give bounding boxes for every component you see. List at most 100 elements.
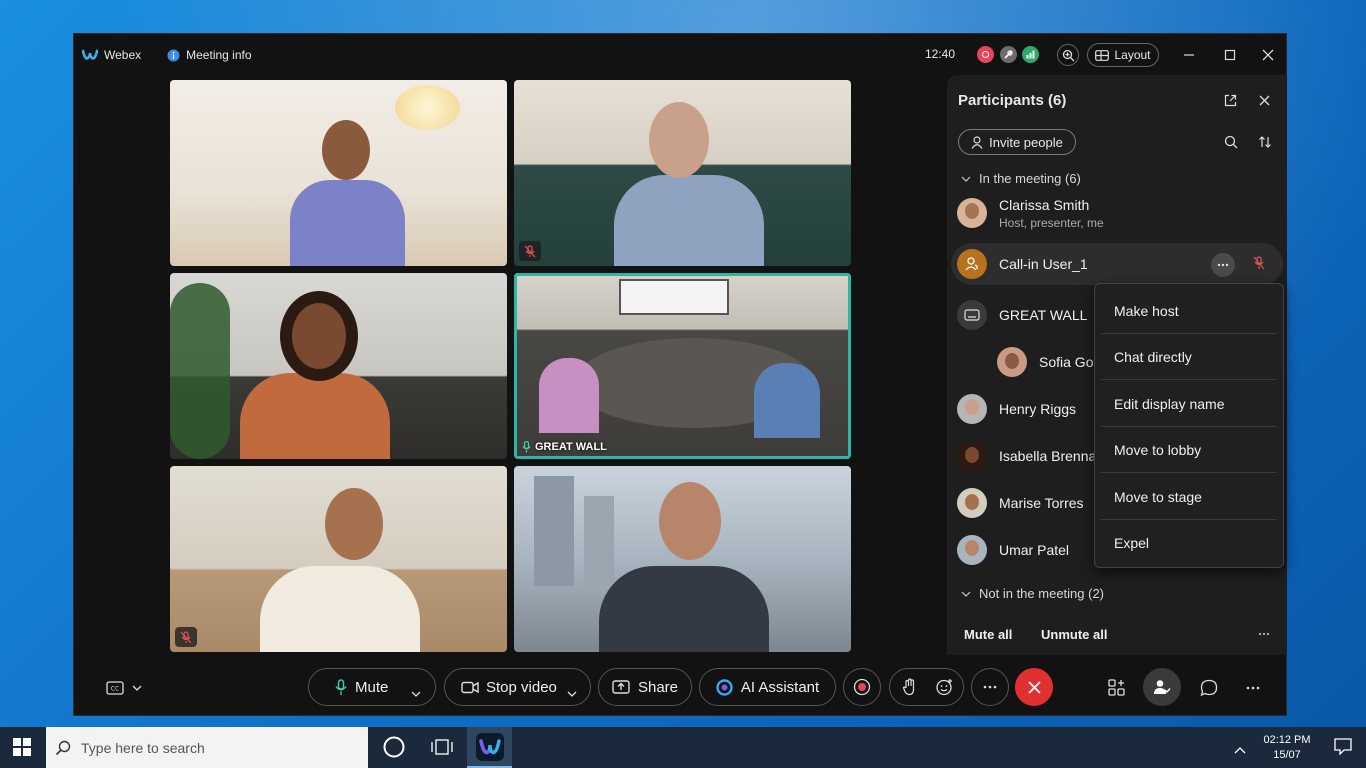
app-name: Webex <box>104 48 142 62</box>
minimize-icon <box>1184 54 1194 56</box>
chevron-down-icon <box>132 685 142 691</box>
participant-row[interactable]: Clarissa Smith Host, presenter, me <box>951 192 1283 234</box>
start-button[interactable] <box>13 738 31 761</box>
notifications-button[interactable] <box>1334 738 1352 760</box>
mic-muted-icon <box>524 244 536 257</box>
layout-button[interactable]: Layout <box>1087 43 1159 67</box>
menu-item-move-to-lobby[interactable]: Move to lobby <box>1101 427 1277 473</box>
ai-assistant-label: AI Assistant <box>740 678 820 696</box>
in-meeting-label: In the meeting (6) <box>979 171 1081 186</box>
taskbar-webex-app[interactable] <box>467 727 512 768</box>
participant-text: Isabella Brenna <box>999 448 1096 464</box>
menu-item-expel[interactable]: Expel <box>1101 520 1277 566</box>
mute-button[interactable]: Mute <box>335 679 388 696</box>
participant-text: Call-in User_1 <box>999 256 1088 272</box>
participant-figure <box>240 373 390 459</box>
close-icon <box>1259 95 1269 105</box>
mute-options-chevron[interactable] <box>411 684 421 701</box>
participant-figure <box>539 358 599 433</box>
apps-grid-icon <box>1108 679 1125 696</box>
muted-badge <box>519 241 541 261</box>
video-tile-great-wall[interactable]: GREAT WALL <box>514 273 851 459</box>
participant-head <box>292 303 346 369</box>
raise-hand-button[interactable] <box>902 678 918 700</box>
close-icon <box>1027 680 1041 694</box>
popout-panel-button[interactable] <box>1219 89 1241 111</box>
sort-participants-button[interactable] <box>1254 131 1276 153</box>
ellipsis-icon <box>1217 263 1229 267</box>
ai-assistant-button[interactable]: AI Assistant <box>699 668 836 706</box>
recording-status-icon[interactable] <box>977 46 994 63</box>
participant-role: Host, presenter, me <box>999 215 1104 230</box>
stop-video-button[interactable]: Stop video <box>461 679 557 696</box>
captions-button[interactable]: CC <box>103 676 127 700</box>
invite-people-button[interactable]: Invite people <box>958 129 1076 155</box>
clock-time: 02:12 PM <box>1263 734 1311 746</box>
end-call-button[interactable] <box>1015 668 1053 706</box>
in-meeting-section[interactable]: In the meeting (6) <box>961 171 1081 186</box>
chevron-up-icon <box>1234 747 1246 754</box>
participant-name: Henry Riggs <box>999 401 1077 417</box>
muted-badge <box>175 627 197 647</box>
close-panel-button[interactable] <box>1253 89 1275 111</box>
participants-toggle-button[interactable] <box>1143 668 1181 706</box>
avatar <box>997 347 1027 377</box>
meeting-info-button[interactable]: Meeting info <box>167 48 252 62</box>
maximize-button[interactable] <box>1220 45 1240 65</box>
video-options-chevron[interactable] <box>567 684 577 701</box>
menu-item-chat-directly[interactable]: Chat directly <box>1101 334 1277 380</box>
menu-item-make-host[interactable]: Make host <box>1101 288 1277 334</box>
mic-icon <box>522 441 531 453</box>
participant-row[interactable]: Call-in User_1 <box>951 243 1283 285</box>
participant-figure <box>290 180 405 266</box>
magnifier-plus-icon <box>1062 49 1074 61</box>
avatar <box>957 441 987 471</box>
close-window-button[interactable] <box>1258 45 1278 65</box>
reactions-button[interactable] <box>936 678 954 700</box>
search-icon <box>1224 135 1238 149</box>
participant-name: Umar Patel <box>999 542 1070 558</box>
chat-bubble-icon <box>1200 679 1218 697</box>
sort-icon <box>1259 136 1271 148</box>
participant-text: Sofia Go <box>1039 354 1093 370</box>
encryption-status-icon[interactable] <box>1000 46 1017 63</box>
mic-muted-icon[interactable] <box>1253 256 1265 275</box>
more-controls-button[interactable] <box>971 668 1009 706</box>
more-panels-button[interactable] <box>1241 676 1265 700</box>
chat-button[interactable] <box>1197 676 1221 700</box>
tile-label-text: GREAT WALL <box>535 441 607 453</box>
apps-button[interactable] <box>1105 676 1129 700</box>
participant-head <box>322 120 370 180</box>
zoom-button[interactable] <box>1057 44 1079 66</box>
more-options-button[interactable] <box>1211 253 1235 277</box>
task-view-button[interactable] <box>431 738 453 761</box>
mute-all-button[interactable]: Mute all <box>964 627 1012 642</box>
network-health-icon[interactable] <box>1022 46 1039 63</box>
taskbar-clock[interactable]: 02:12 PM 15/07 <box>1254 733 1320 763</box>
video-tile-5[interactable] <box>170 466 507 652</box>
video-tile-6[interactable] <box>514 466 851 652</box>
video-tile-1[interactable] <box>170 80 507 266</box>
unmute-all-button[interactable]: Unmute all <box>1041 627 1107 642</box>
minimize-button[interactable] <box>1179 45 1199 65</box>
presentation-screen <box>619 279 729 315</box>
captions-dropdown-button[interactable] <box>125 676 149 700</box>
not-in-meeting-section[interactable]: Not in the meeting (2) <box>961 586 1104 601</box>
video-tile-3[interactable] <box>170 273 507 459</box>
menu-item-edit-display-name[interactable]: Edit display name <box>1101 381 1277 427</box>
taskbar-search-box[interactable]: Type here to search <box>46 727 368 768</box>
building-image <box>584 496 614 586</box>
menu-item-move-to-stage[interactable]: Move to stage <box>1101 474 1277 520</box>
share-button[interactable]: Share <box>598 668 692 706</box>
panel-more-button[interactable] <box>1253 623 1275 645</box>
svg-text:CC: CC <box>111 686 119 693</box>
record-button[interactable] <box>843 668 881 706</box>
lamp-image <box>395 85 460 130</box>
avatar <box>957 249 987 279</box>
participant-text: Umar Patel <box>999 542 1069 558</box>
search-participants-button[interactable] <box>1220 131 1242 153</box>
participant-name: GREAT WALL <box>999 307 1088 323</box>
cortana-button[interactable] <box>383 736 405 763</box>
tray-expand-button[interactable] <box>1234 741 1246 759</box>
video-tile-2[interactable] <box>514 80 851 266</box>
